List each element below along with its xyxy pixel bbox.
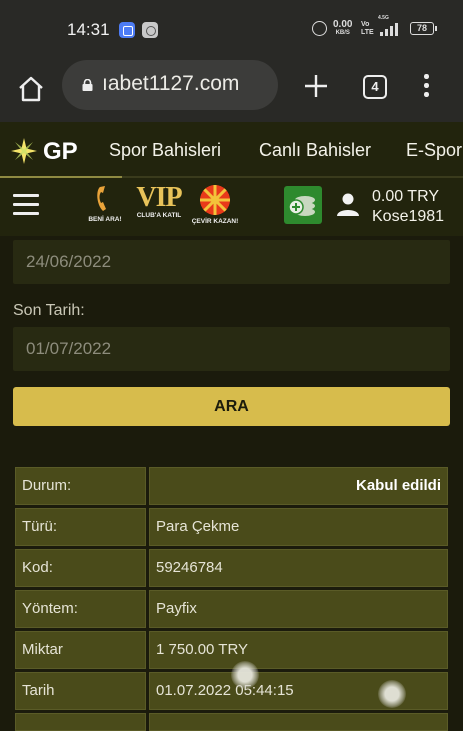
- row-code-value: 59246784: [149, 549, 448, 587]
- row-type-value: Para Çekme: [149, 508, 448, 546]
- coins-icon: [288, 196, 315, 216]
- vip-text: VIP: [136, 182, 182, 213]
- vip-club-promo[interactable]: VIP CLUB'A KATIL: [131, 182, 187, 220]
- start-date-input[interactable]: 24/06/2022: [13, 240, 450, 284]
- browser-toolbar: ıabet1127.com 4: [0, 58, 463, 122]
- spin-win-label: ÇEVİR KAZAN!: [191, 218, 239, 225]
- balance-amount: 0.00 TRY: [372, 188, 440, 205]
- signal-icon: 4.5G: [378, 15, 404, 36]
- row-amount-value: 1 750.00 TRY: [149, 631, 448, 669]
- signal-label: 4.5G: [378, 15, 389, 21]
- call-me-promo[interactable]: BENİ ARA!: [85, 184, 125, 223]
- url-text: ıabet1127.com: [102, 72, 240, 95]
- touch-indicator: [378, 680, 406, 708]
- tabs-count-button[interactable]: 4: [363, 75, 387, 99]
- tab-canli-bahisler[interactable]: Canlı Bahisler: [259, 140, 371, 161]
- home-icon[interactable]: [16, 74, 46, 104]
- hamburger-menu-icon[interactable]: [13, 194, 39, 216]
- call-me-label: BENİ ARA!: [88, 216, 122, 223]
- address-bar[interactable]: ıabet1127.com: [62, 60, 278, 110]
- row-code-label: Kod:: [15, 549, 146, 587]
- logo-text: GP: [43, 138, 78, 165]
- row-next-value: [149, 713, 448, 731]
- row-date-label: Tarih: [15, 672, 146, 710]
- wallet-coins-button[interactable]: [284, 186, 322, 224]
- user-icon[interactable]: [336, 192, 360, 216]
- network-speed-unit: KB/S: [335, 30, 350, 36]
- site-logo[interactable]: GP: [9, 136, 79, 166]
- phone-icon: [97, 186, 106, 211]
- lock-icon: [82, 79, 93, 91]
- vip-club-label: CLUB'A KATIL: [136, 212, 182, 219]
- notification-app-icon: [119, 22, 135, 38]
- username: Kose1981: [372, 208, 445, 225]
- logo-star-icon: [11, 138, 37, 164]
- site-nav: GP Spor Bahisleri Canlı Bahisler E-Spor: [0, 122, 463, 177]
- more-vert-icon[interactable]: [418, 72, 434, 100]
- tab-spor-bahisleri[interactable]: Spor Bahisleri: [109, 140, 221, 161]
- notification-settings-icon: [142, 22, 158, 38]
- account-balance-block[interactable]: 0.00 TRY Kose1981: [372, 187, 444, 227]
- status-time: 14:31: [67, 20, 110, 39]
- end-date-input[interactable]: 01/07/2022: [13, 327, 450, 371]
- search-button[interactable]: ARA: [13, 387, 450, 426]
- prize-wheel-icon: [200, 185, 230, 215]
- status-bar: 14:31 0.00 KB/S Vo LTE 4.5G 78: [0, 0, 463, 58]
- row-next-label: [15, 713, 146, 731]
- new-tab-plus-icon[interactable]: [302, 72, 330, 100]
- row-method-label: Yöntem:: [15, 590, 146, 628]
- row-type-label: Türü:: [15, 508, 146, 546]
- touch-indicator: [231, 661, 259, 689]
- row-amount-label: Miktar: [15, 631, 146, 669]
- volte-bottom: LTE: [361, 29, 374, 36]
- alarm-icon: [312, 21, 327, 36]
- spin-win-promo[interactable]: ÇEVİR KAZAN!: [187, 184, 243, 225]
- volte-indicator: Vo LTE: [361, 21, 374, 37]
- end-date-label: Son Tarih:: [13, 302, 85, 319]
- volte-top: Vo: [361, 21, 370, 28]
- row-method-value: Payfix: [149, 590, 448, 628]
- row-status-label: Durum:: [15, 467, 146, 505]
- tab-e-spor[interactable]: E-Spor: [406, 140, 462, 161]
- account-bar: BENİ ARA! VIP CLUB'A KATIL ÇEVİR KAZAN! …: [0, 178, 463, 236]
- network-speed: 0.00 KB/S: [333, 20, 352, 38]
- battery-icon: 78: [410, 22, 437, 35]
- row-status-value: Kabul edildi: [149, 467, 448, 505]
